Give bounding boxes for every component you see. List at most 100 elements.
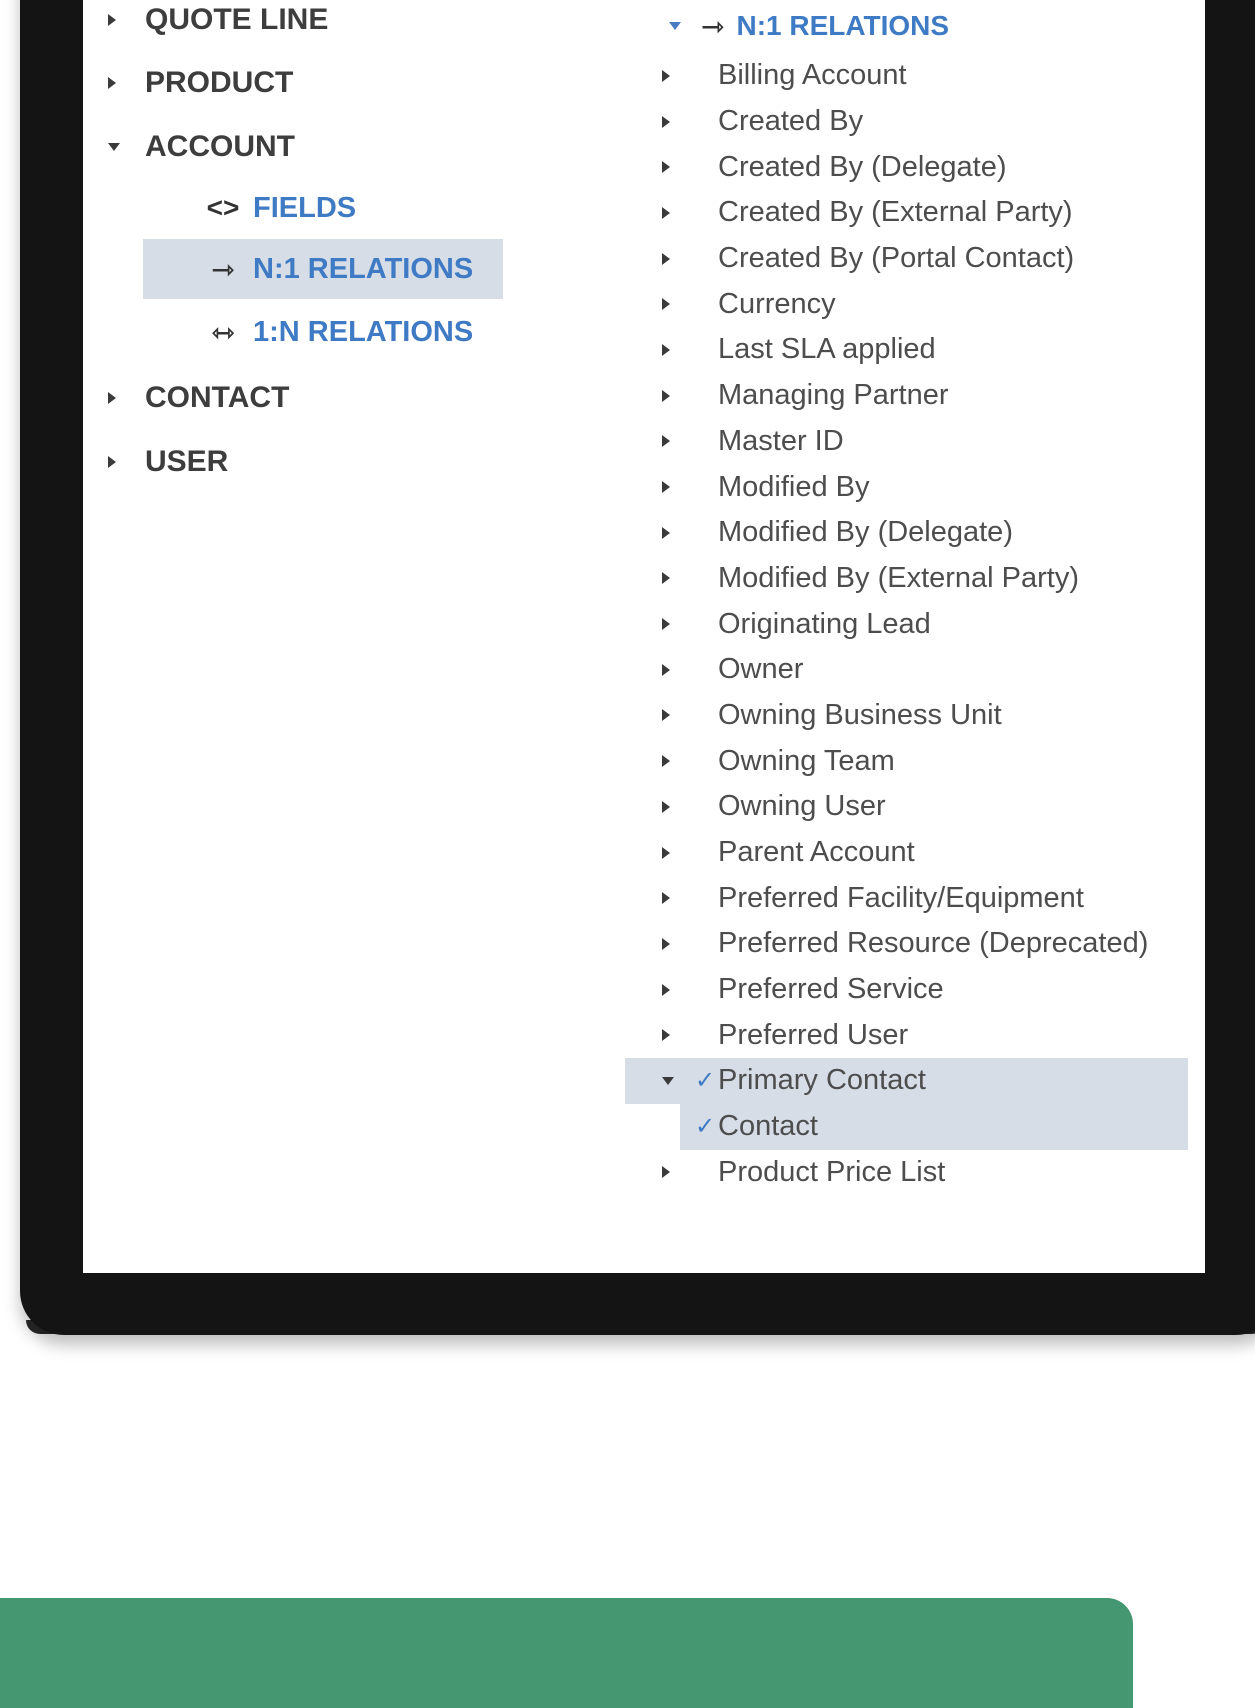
relation-item[interactable]: Master ID — [625, 419, 1205, 465]
expand-caret-icon[interactable] — [662, 389, 670, 402]
tree-node-label: QUOTE LINE — [145, 3, 329, 36]
expand-caret-icon[interactable] — [662, 937, 670, 950]
relation-label: Last SLA applied — [718, 333, 936, 366]
relation-item[interactable]: Parent Account — [625, 830, 1205, 876]
relation-label: Product Price List — [718, 1155, 946, 1188]
expand-caret-icon[interactable] — [662, 481, 670, 494]
expand-caret-icon[interactable] — [662, 435, 670, 448]
relation-item[interactable]: Modified By (External Party) — [625, 556, 1205, 602]
tree-sub-label: N:1 RELATIONS — [253, 252, 474, 285]
relation-item-contact[interactable]: ✓ Contact — [625, 1103, 1205, 1150]
relation-item-primary-contact[interactable]: ✓ Primary Contact — [625, 1058, 1188, 1104]
relation-label: Preferred User — [718, 1018, 909, 1051]
green-banner — [0, 1598, 1133, 1708]
relation-item[interactable]: Product Price List — [625, 1150, 1205, 1196]
collapse-caret-icon[interactable] — [669, 22, 681, 30]
relation-label: Preferred Facility/Equipment — [718, 881, 1084, 914]
relations-header-label: N:1 RELATIONS — [736, 10, 950, 41]
tree-sub-label: FIELDS — [253, 191, 357, 224]
tree-sub-label: 1:N RELATIONS — [253, 315, 474, 348]
code-brackets-icon: <> — [206, 192, 240, 223]
relation-label: Parent Account — [718, 836, 915, 869]
collapse-caret-icon[interactable] — [108, 143, 120, 151]
expand-caret-icon[interactable] — [662, 846, 670, 859]
tree-sub-n1-relations[interactable]: ⇾ N:1 RELATIONS — [143, 239, 503, 299]
relation-arrow-right-icon: ⇾ — [211, 253, 235, 285]
relation-label: Modified By (External Party) — [718, 561, 1080, 594]
relations-header[interactable]: ⇾ N:1 RELATIONS — [583, 6, 949, 46]
relation-item[interactable]: Owner — [625, 647, 1205, 693]
relation-item[interactable]: Preferred Service — [625, 967, 1205, 1013]
tree-sub-fields[interactable]: <> FIELDS — [143, 178, 503, 238]
tree-sub-1n-relations[interactable]: ⇿ 1:N RELATIONS — [143, 302, 503, 362]
relation-item[interactable]: Preferred Resource (Deprecated) — [625, 921, 1205, 967]
relation-label: Owning Team — [718, 744, 895, 777]
relation-item[interactable]: Last SLA applied — [625, 327, 1205, 373]
relation-item[interactable]: Created By (Portal Contact) — [625, 236, 1205, 282]
tree-node-label: USER — [145, 445, 229, 478]
relation-label: Owning Business Unit — [718, 698, 1002, 731]
relation-item[interactable]: Owning Team — [625, 738, 1205, 784]
collapse-caret-icon[interactable] — [662, 1076, 674, 1085]
relation-label: Currency — [718, 287, 836, 320]
relation-label: Owning User — [718, 790, 886, 823]
expand-caret-icon[interactable] — [662, 618, 670, 631]
expand-caret-icon[interactable] — [662, 572, 670, 585]
expand-caret-icon[interactable] — [662, 69, 670, 82]
relation-label: Owner — [718, 653, 804, 686]
checkmark-icon: ✓ — [695, 1113, 716, 1141]
relation-label: Billing Account — [718, 59, 907, 92]
expand-caret-icon[interactable] — [662, 1029, 670, 1042]
relation-item[interactable]: Created By (External Party) — [625, 190, 1205, 236]
screen: QUOTE LINE PRODUCT ACCOUNT <> FIELDS ⇾ N… — [83, 0, 1205, 1273]
relation-item[interactable]: Billing Account — [625, 53, 1205, 99]
expand-caret-icon[interactable] — [662, 1166, 670, 1179]
relation-arrow-right-icon: ⇾ — [701, 10, 725, 42]
relation-item[interactable]: Owning User — [625, 784, 1205, 830]
relation-label: Modified By — [718, 470, 870, 503]
expand-caret-icon[interactable] — [108, 456, 116, 468]
relation-label: Preferred Service — [718, 973, 944, 1006]
relation-label: Created By (Portal Contact) — [718, 242, 1075, 275]
expand-caret-icon[interactable] — [662, 983, 670, 996]
relation-item[interactable]: Preferred Facility/Equipment — [625, 875, 1205, 921]
relation-label: Originating Lead — [718, 607, 931, 640]
checkmark-icon: ✓ — [695, 1067, 716, 1095]
relation-item[interactable]: Originating Lead — [625, 601, 1205, 647]
relations-list: Billing Account Created By Created By (D… — [625, 53, 1205, 1195]
expand-caret-icon[interactable] — [662, 709, 670, 722]
expand-caret-icon[interactable] — [662, 663, 670, 676]
expand-caret-icon[interactable] — [662, 526, 670, 539]
tree-node-label: ACCOUNT — [145, 130, 295, 163]
expand-caret-icon[interactable] — [662, 161, 670, 174]
relation-item[interactable]: Managing Partner — [625, 373, 1205, 419]
expand-caret-icon[interactable] — [108, 77, 116, 89]
tree-node-label: CONTACT — [145, 381, 290, 414]
relation-item[interactable]: Owning Business Unit — [625, 693, 1205, 739]
expand-caret-icon[interactable] — [108, 392, 116, 404]
relation-item[interactable]: Currency — [625, 281, 1205, 327]
expand-caret-icon[interactable] — [662, 755, 670, 768]
expand-caret-icon[interactable] — [662, 115, 670, 128]
relation-item[interactable]: Modified By (Delegate) — [625, 510, 1205, 556]
relation-item[interactable]: Modified By — [625, 464, 1205, 510]
relation-item[interactable]: Preferred User — [625, 1012, 1205, 1058]
expand-caret-icon[interactable] — [662, 892, 670, 905]
relation-label: Created By (Delegate) — [718, 150, 1007, 183]
expand-caret-icon[interactable] — [662, 298, 670, 311]
relation-label: Managing Partner — [718, 379, 949, 412]
relation-label: Created By (External Party) — [718, 196, 1073, 229]
relation-label: Modified By (Delegate) — [718, 516, 1013, 549]
expand-caret-icon[interactable] — [662, 206, 670, 219]
expand-caret-icon[interactable] — [662, 800, 670, 813]
relation-item[interactable]: Created By — [625, 99, 1205, 145]
tree-node-label: PRODUCT — [145, 66, 294, 99]
relation-item[interactable]: Created By (Delegate) — [625, 144, 1205, 190]
relation-label: Master ID — [718, 424, 844, 457]
expand-caret-icon[interactable] — [662, 343, 670, 356]
expand-caret-icon[interactable] — [108, 14, 116, 26]
expand-caret-icon[interactable] — [662, 252, 670, 265]
relation-label: Preferred Resource (Deprecated) — [718, 927, 1149, 960]
relation-label: Primary Contact — [718, 1064, 926, 1097]
relation-label: Created By — [718, 105, 864, 138]
